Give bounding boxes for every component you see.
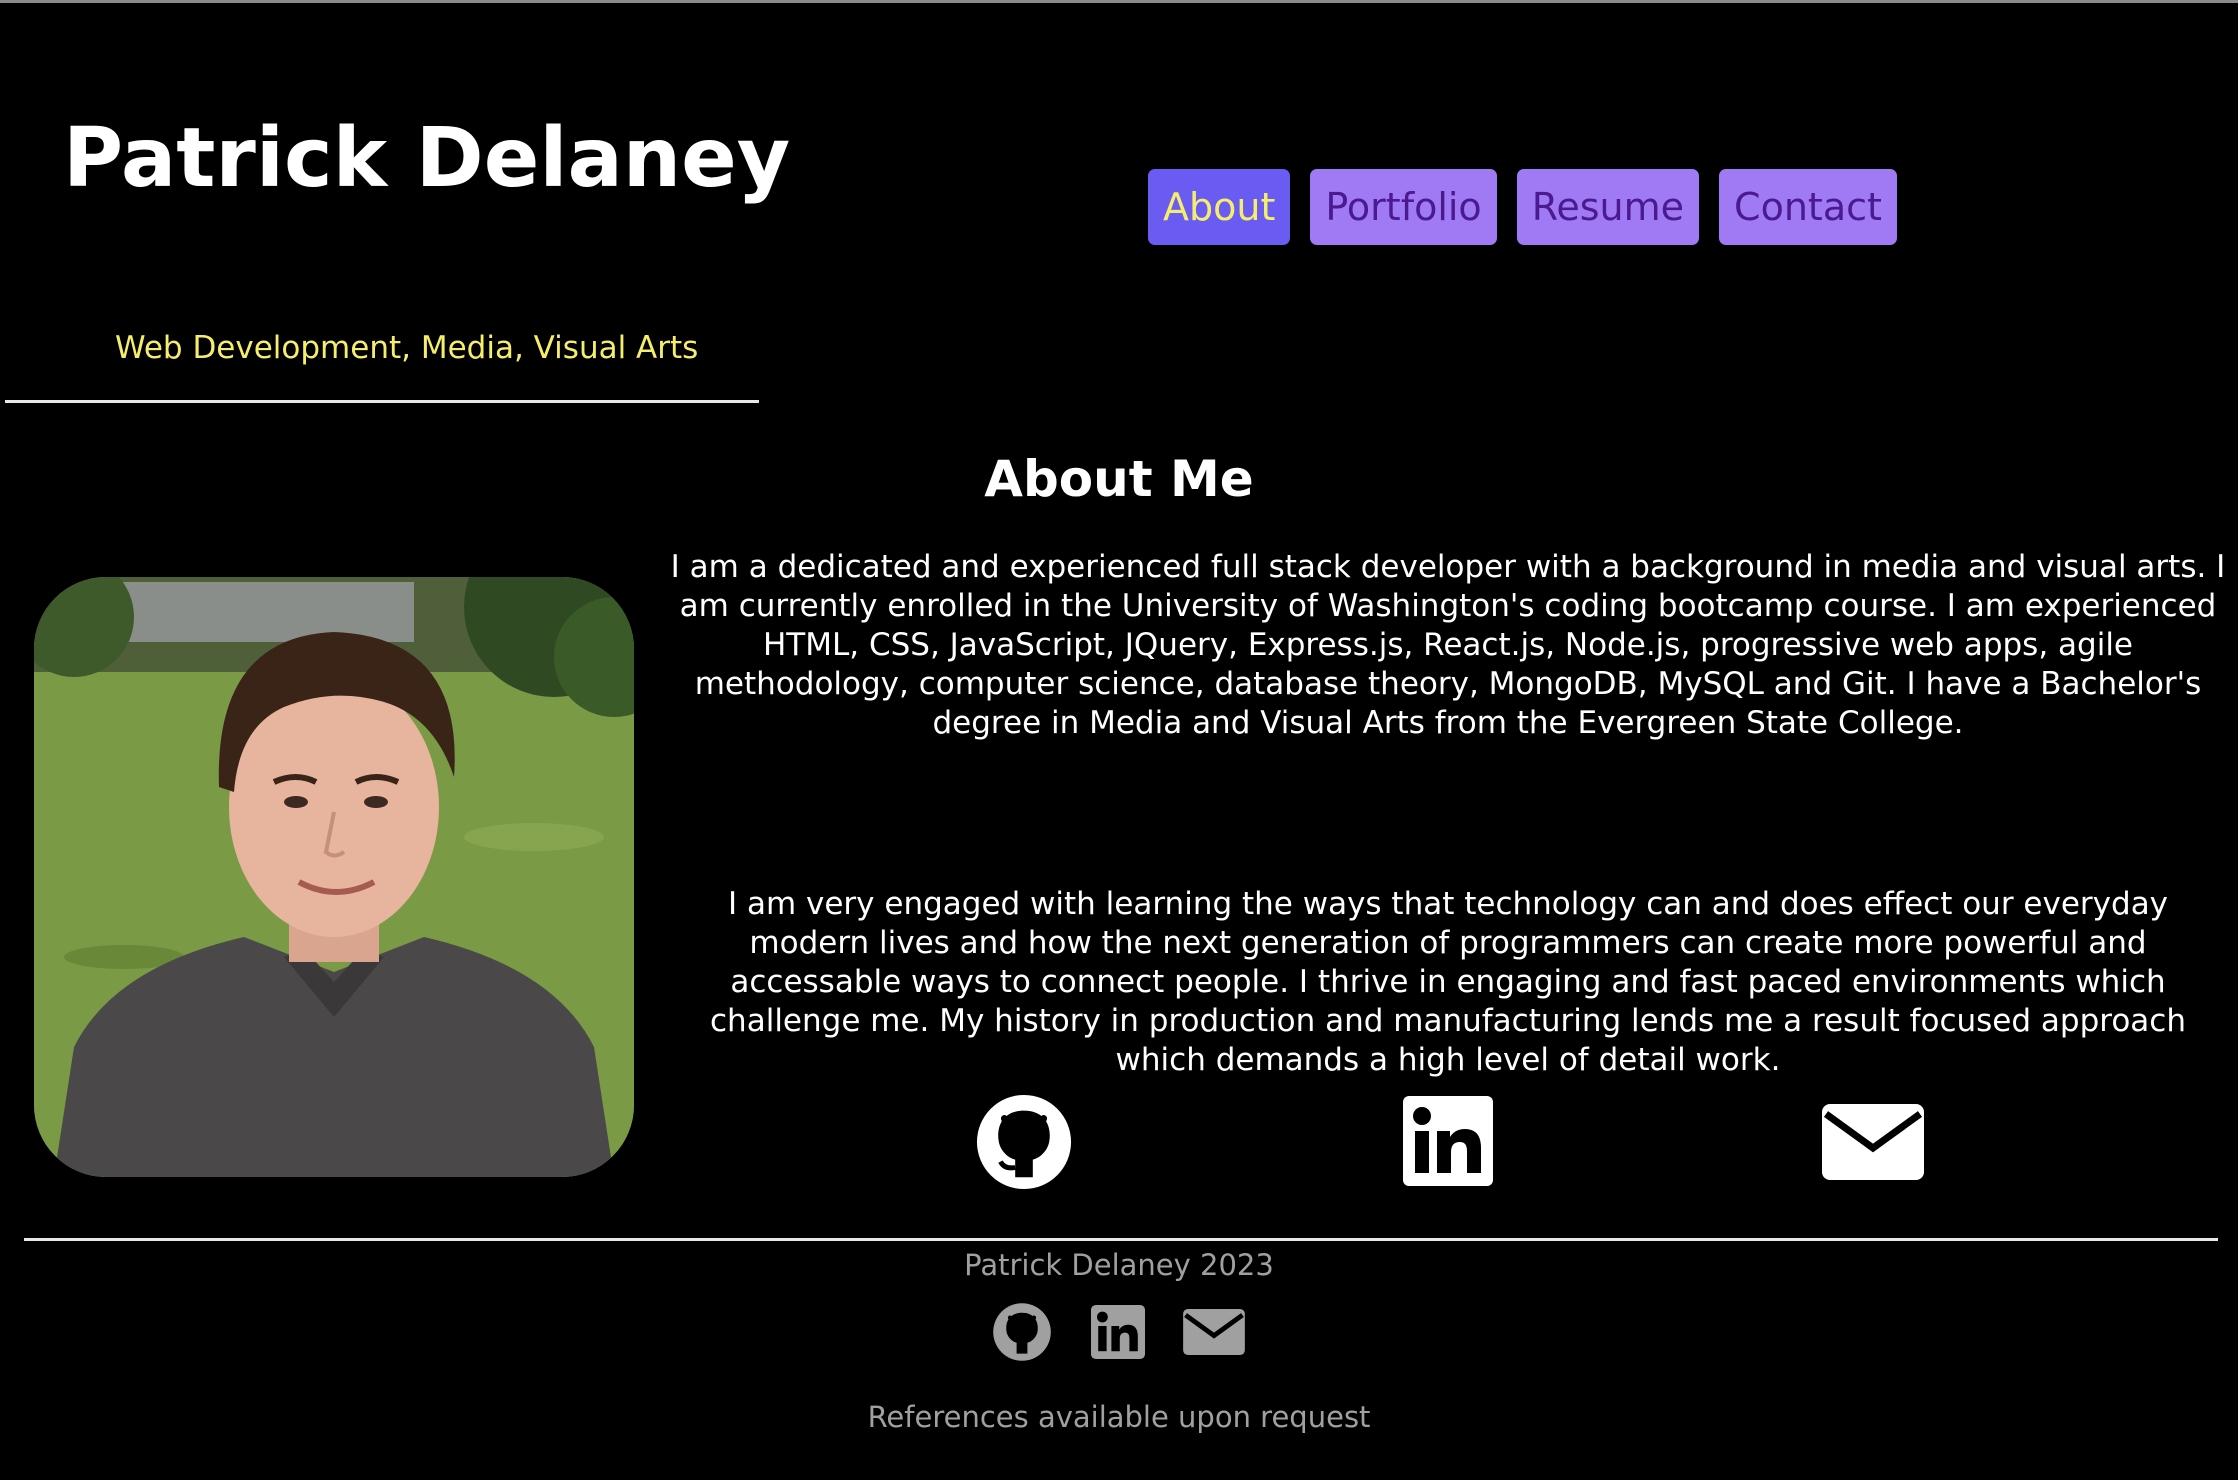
nav-contact[interactable]: Contact [1719, 169, 1897, 245]
nav-about[interactable]: About [1148, 169, 1291, 245]
footer-email-link[interactable] [1183, 1309, 1245, 1359]
email-link[interactable] [1822, 1104, 1924, 1184]
site-tagline: Web Development, Media, Visual Arts [115, 330, 699, 366]
footer-github-link[interactable] [992, 1302, 1052, 1366]
footer-divider [24, 1238, 2218, 1241]
header-divider [5, 400, 759, 403]
github-icon [993, 1303, 1051, 1361]
profile-photo [34, 577, 634, 1177]
about-heading: About Me [984, 450, 1254, 508]
nav-resume[interactable]: Resume [1516, 169, 1700, 245]
linkedin-icon [1403, 1096, 1493, 1186]
github-icon [976, 1094, 1072, 1190]
github-link[interactable] [975, 1093, 1073, 1195]
linkedin-link[interactable] [1403, 1096, 1493, 1190]
about-paragraph-1: I am a dedicated and experienced full st… [670, 549, 2226, 741]
envelope-icon [1822, 1104, 1924, 1180]
footer-linkedin-link[interactable] [1091, 1305, 1145, 1363]
top-divider [0, 0, 2238, 3]
linkedin-icon [1091, 1305, 1145, 1359]
about-paragraph-2: I am very engaged with learning the ways… [710, 886, 2186, 1078]
envelope-icon [1183, 1309, 1245, 1355]
main-nav: About Portfolio Resume Contact [1148, 169, 1897, 245]
footer-copyright: Patrick Delaney 2023 [964, 1248, 1274, 1282]
references-note: References available upon request [867, 1400, 1371, 1434]
nav-portfolio[interactable]: Portfolio [1310, 169, 1497, 245]
site-name: Patrick Delaney [63, 111, 791, 206]
